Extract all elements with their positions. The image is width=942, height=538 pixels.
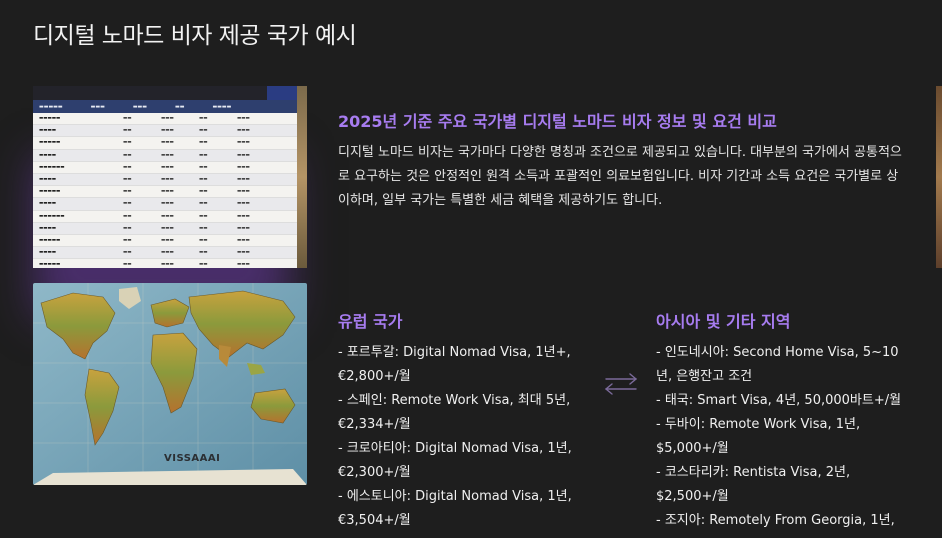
list-item: - 스페인: Remote Work Visa, 최대 5년, €2,334+/… xyxy=(338,393,571,432)
list-item: - 두바이: Remote Work Visa, 1년, $5,000+/월 xyxy=(656,417,861,456)
list-item: - 태국: Smart Visa, 4년, 50,000바트+/월 xyxy=(656,393,902,408)
europe-list: - 포르투갈: Digital Nomad Visa, 1년+, €2,800+… xyxy=(338,341,586,533)
edge-image-strip xyxy=(936,86,942,268)
list-item: - 크로아티아: Digital Nomad Visa, 1년, €2,300+… xyxy=(338,441,572,480)
list-item: - 에스토니아: Digital Nomad Visa, 1년, €3,504+… xyxy=(338,489,572,528)
page-title: 디지털 노마드 비자 제공 국가 예시 xyxy=(33,23,357,49)
visa-table-image: ▬▬▬▬▬ ▬▬▬ ▬▬▬ ▬▬ ▬▬▬▬ ▬▬▬▬▬ ▬▬ ▬▬▬ ▬▬ ▬▬▬ ▬▬▬▬ ▬▬… xyxy=(33,86,307,268)
overview-subtitle: 2025년 기준 주요 국가별 디지털 노마드 비자 정보 및 요건 비교 xyxy=(338,112,777,131)
overview-paragraph: 디지털 노마드 비자는 국가마다 다양한 명칭과 조건으로 제공되고 있습니다.… xyxy=(338,145,902,208)
list-item: - 포르투갈: Digital Nomad Visa, 1년+, €2,800+… xyxy=(338,345,571,384)
swap-arrows-icon xyxy=(604,373,638,395)
asia-title: 아시아 및 기타 지역 xyxy=(656,312,791,331)
map-label: VISSAAAI xyxy=(164,453,221,464)
asia-list: - 인도네시아: Second Home Visa, 5~10년, 은행잔고 조… xyxy=(656,341,910,533)
europe-title: 유럽 국가 xyxy=(338,312,403,331)
list-item: - 조지아: Remotely From Georgia, 1년, xyxy=(656,513,895,528)
list-item: - 코스타리카: Rentista Visa, 2년, $2,500+/월 xyxy=(656,465,851,504)
world-map-image: VISSAAAI xyxy=(33,283,307,485)
list-item: - 인도네시아: Second Home Visa, 5~10년, 은행잔고 조… xyxy=(656,345,899,384)
